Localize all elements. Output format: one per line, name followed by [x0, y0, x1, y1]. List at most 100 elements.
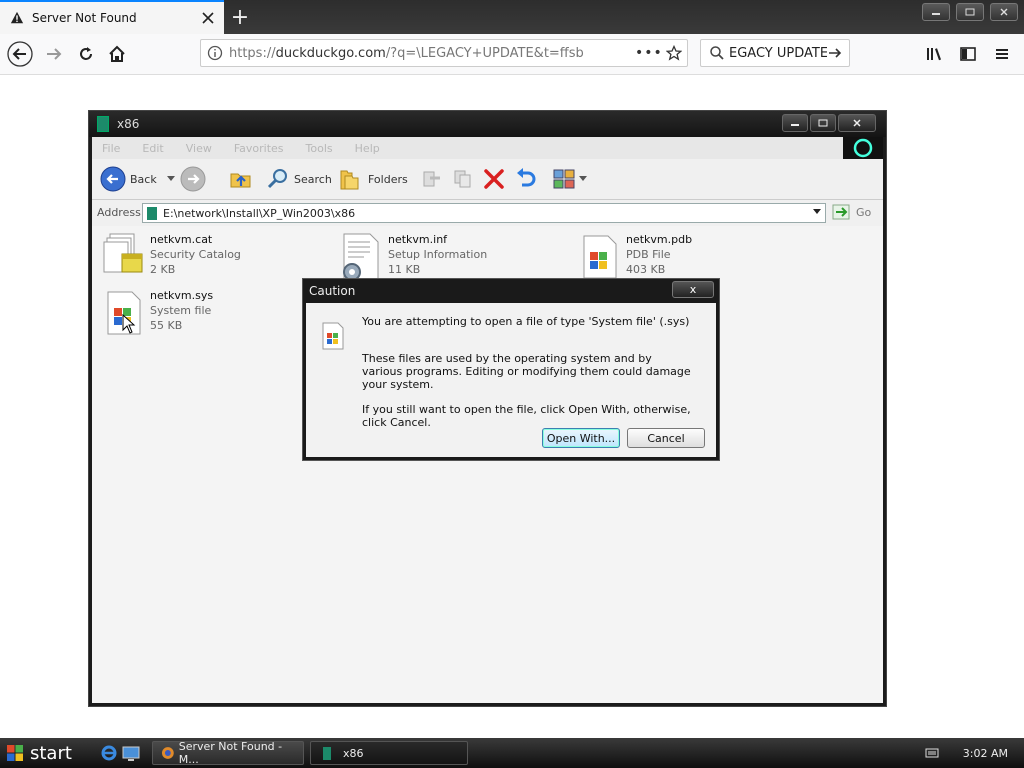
taskbar-item-explorer[interactable]: x86 [310, 741, 468, 765]
file-item[interactable]: netkvm.inf Setup Information 11 KB [340, 232, 487, 282]
file-name: netkvm.cat [150, 233, 213, 246]
url-path: /?q=\LEGACY+UPDATE&t=ffsb [385, 45, 584, 61]
go-button[interactable]: Go [832, 204, 871, 220]
page-actions-button[interactable]: ••• [635, 45, 662, 61]
taskbar-item-firefox[interactable]: Server Not Found - M... [152, 740, 304, 766]
file-item[interactable]: netkvm.sys System file 55 KB [102, 288, 213, 338]
browser-toolbar-right [920, 40, 1016, 68]
cancel-button[interactable]: Cancel [627, 428, 705, 448]
tab-close-button[interactable] [196, 6, 220, 30]
file-meta: netkvm.inf Setup Information 11 KB [388, 232, 487, 282]
file-size: 403 KB [626, 263, 666, 276]
close-window-button[interactable] [990, 3, 1018, 21]
file-meta: netkvm.cat Security Catalog 2 KB [150, 232, 241, 282]
quicklaunch-desktop[interactable] [122, 744, 140, 765]
back-button[interactable] [6, 40, 34, 68]
folders-label: Folders [368, 172, 408, 186]
explorer-title: x86 [117, 117, 140, 131]
dialog-message: You are attempting to open a file of typ… [362, 315, 692, 441]
address-dropdown-button[interactable] [809, 208, 825, 218]
search-button[interactable]: Search [266, 165, 332, 193]
menu-edit[interactable]: Edit [142, 142, 163, 155]
menu-tools[interactable]: Tools [306, 142, 333, 155]
forward-button[interactable] [40, 40, 68, 68]
open-with-button[interactable]: Open With... [542, 428, 620, 448]
menu-favorites[interactable]: Favorites [234, 142, 284, 155]
folder-icon [97, 116, 109, 132]
windows-logo-icon [853, 138, 873, 158]
views-button[interactable] [552, 165, 587, 193]
back-button[interactable]: Back [100, 165, 175, 193]
explorer-close-button[interactable] [838, 114, 876, 132]
dialog-close-button[interactable]: x [672, 281, 714, 298]
search-icon [267, 169, 287, 189]
explorer-title-bar[interactable]: x86 [89, 111, 886, 137]
up-folder-icon [230, 173, 251, 188]
explorer-minimize-button[interactable] [782, 114, 808, 132]
library-button[interactable] [920, 40, 948, 68]
minimize-icon [791, 124, 799, 126]
url-bar[interactable]: https://duckduckgo.com/?q=\LEGACY+UPDATE… [200, 39, 688, 67]
close-icon [202, 12, 214, 24]
quicklaunch-ie[interactable] [100, 744, 118, 765]
start-label: start [30, 742, 72, 764]
dialog-title-bar[interactable]: Caution x [303, 279, 719, 303]
menu-file[interactable]: File [102, 142, 120, 155]
chevron-down-icon[interactable] [579, 176, 587, 182]
restore-button[interactable] [956, 3, 984, 21]
folder-icon [147, 206, 157, 220]
explorer-toolbar: Back Search Folders [92, 159, 883, 200]
show-desktop-icon [122, 746, 140, 761]
start-button[interactable]: start [0, 738, 90, 768]
delete-x-icon [484, 169, 504, 189]
copy-to-button[interactable] [452, 165, 474, 193]
security-catalog-icon [103, 233, 143, 273]
chevron-down-icon[interactable] [166, 176, 175, 182]
explorer-maximize-button[interactable] [810, 114, 836, 132]
firefox-icon [161, 747, 174, 759]
arrow-right-icon[interactable] [827, 45, 843, 61]
dialog-line-1: You are attempting to open a file of typ… [362, 315, 690, 328]
dialog-title: Caution [309, 284, 356, 298]
close-icon [853, 119, 861, 127]
sidebar-button[interactable] [954, 40, 982, 68]
folder-icon [323, 746, 331, 760]
home-button[interactable] [103, 40, 131, 68]
file-item[interactable]: netkvm.pdb PDB File 403 KB [578, 232, 692, 282]
browser-tab-bar: Server Not Found + [0, 0, 1024, 34]
menu-view[interactable]: View [186, 142, 212, 155]
reload-button[interactable] [72, 40, 100, 68]
taskbar-item-label: Server Not Found - M... [178, 740, 283, 766]
maximize-icon [818, 119, 828, 127]
bookmark-star-button[interactable] [661, 45, 687, 61]
undo-button[interactable] [514, 165, 538, 193]
move-to-button[interactable] [420, 165, 442, 193]
dialog-body: You are attempting to open a file of typ… [306, 303, 716, 457]
site-info-icon[interactable] [201, 45, 229, 61]
chevron-down-icon [813, 209, 821, 214]
menu-help[interactable]: Help [355, 142, 380, 155]
dialog-line-2: These files are used by the operating sy… [362, 352, 691, 391]
menu-button[interactable] [988, 40, 1016, 68]
dialog-line-3: If you still want to open the file, clic… [362, 403, 691, 429]
search-input[interactable]: EGACY UPDATE [729, 46, 827, 61]
search-bar[interactable]: EGACY UPDATE [700, 39, 850, 67]
windows-throbber-logo [843, 137, 883, 159]
address-input[interactable]: E:\network\Install\XP_Win2003\x86 [142, 203, 826, 223]
file-item[interactable]: netkvm.cat Security Catalog 2 KB [102, 232, 241, 282]
file-name: netkvm.inf [388, 233, 448, 246]
folders-button[interactable]: Folders [338, 165, 408, 193]
delete-button[interactable] [482, 165, 506, 193]
new-tab-button[interactable]: + [226, 3, 254, 31]
forward-button[interactable] [180, 165, 206, 193]
url-text: https://duckduckgo.com/?q=\LEGACY+UPDATE… [229, 46, 635, 61]
file-size: 55 KB [150, 319, 183, 332]
minimize-button[interactable] [922, 3, 950, 21]
file-name: netkvm.sys [150, 289, 214, 302]
star-icon [666, 45, 682, 61]
up-folder-button[interactable] [228, 165, 254, 193]
browser-tab[interactable]: Server Not Found [0, 0, 224, 34]
browser-window-controls [922, 3, 1018, 21]
network-icon[interactable] [925, 747, 939, 759]
move-to-icon [423, 171, 440, 187]
